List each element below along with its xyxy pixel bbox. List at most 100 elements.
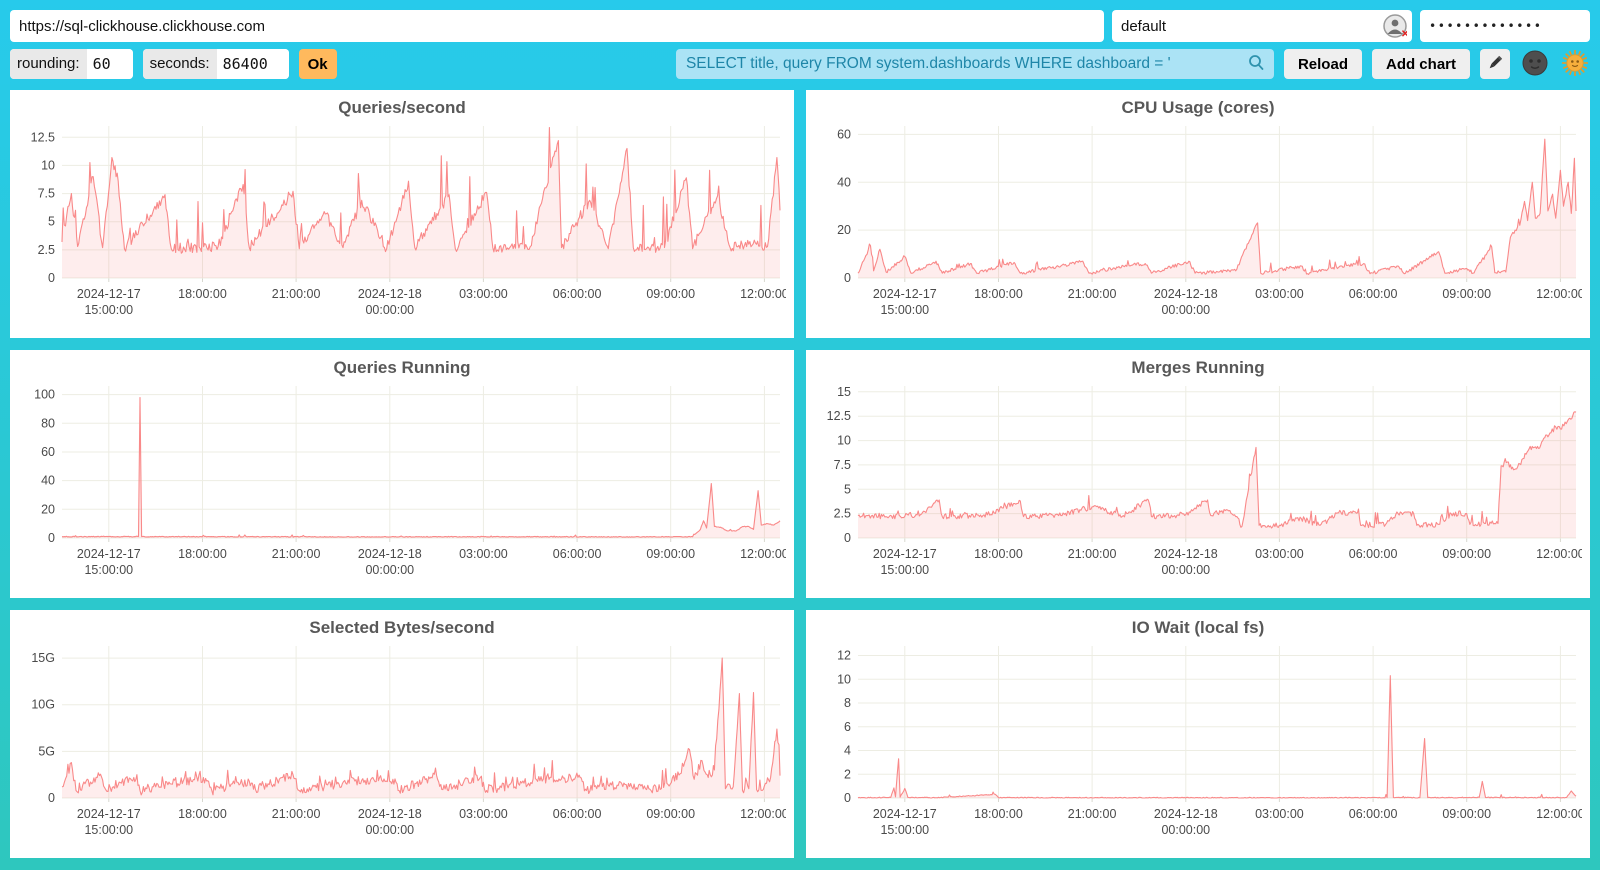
svg-text:2: 2: [844, 767, 851, 781]
svg-text:2024-12-17: 2024-12-17: [873, 807, 937, 821]
dashboard-query-group: [676, 49, 1274, 79]
chart-panel-cpu-usage-cores: CPU Usage (cores) 2024-12-17 15:00:00 18:00…: [806, 90, 1590, 338]
svg-text:15:00:00: 15:00:00: [84, 823, 133, 837]
chart-plot-queries-second[interactable]: 2024-12-1715:00:0018:00:0021:00:002024-1…: [18, 120, 786, 334]
svg-text:10: 10: [837, 434, 851, 448]
light-theme-button[interactable]: [1560, 49, 1590, 79]
charts-grid: Queries/second 2024-12-17 15:00:00 18:00:00…: [10, 90, 1590, 858]
svg-text:2024-12-17: 2024-12-17: [77, 807, 141, 821]
svg-text:0: 0: [48, 531, 55, 545]
svg-text:18:00:00: 18:00:00: [974, 287, 1023, 301]
svg-text:03:00:00: 03:00:00: [459, 547, 508, 561]
svg-text:4: 4: [844, 744, 851, 758]
svg-text:00:00:00: 00:00:00: [365, 563, 414, 577]
run-query-button[interactable]: [1238, 49, 1274, 79]
server-url-input[interactable]: [10, 10, 1104, 42]
svg-text:60: 60: [837, 127, 851, 141]
svg-text:2024-12-18: 2024-12-18: [358, 287, 422, 301]
svg-text:21:00:00: 21:00:00: [272, 807, 321, 821]
svg-text:2024-12-17: 2024-12-17: [77, 287, 141, 301]
svg-text:2024-12-18: 2024-12-18: [358, 547, 422, 561]
svg-text:06:00:00: 06:00:00: [553, 287, 602, 301]
svg-text:09:00:00: 09:00:00: [1442, 547, 1491, 561]
svg-text:09:00:00: 09:00:00: [646, 547, 695, 561]
chart-title: CPU Usage (cores): [814, 94, 1582, 120]
svg-text:2024-12-18: 2024-12-18: [358, 807, 422, 821]
svg-text:18:00:00: 18:00:00: [974, 547, 1023, 561]
controls-bar: rounding: seconds: Ok Reload Add chart: [10, 48, 1590, 80]
svg-text:00:00:00: 00:00:00: [365, 303, 414, 317]
chart-plot-io-wait-local-fs[interactable]: 2024-12-17 15:00:00 18:00:00 21:00:00 2024-1…: [814, 640, 1582, 854]
rounding-input[interactable]: [87, 49, 133, 79]
chart-title: Queries/second: [18, 94, 786, 120]
user-input[interactable]: [1112, 10, 1412, 42]
seconds-input[interactable]: [217, 49, 289, 79]
svg-text:15: 15: [837, 385, 851, 399]
sun-face-icon: [1562, 50, 1588, 79]
svg-text:60: 60: [41, 445, 55, 459]
reload-button[interactable]: Reload: [1284, 49, 1362, 79]
svg-text:7.5: 7.5: [38, 187, 55, 201]
svg-text:10G: 10G: [31, 698, 55, 712]
svg-text:09:00:00: 09:00:00: [646, 807, 695, 821]
svg-text:2.5: 2.5: [38, 243, 55, 257]
svg-text:18:00:00: 18:00:00: [178, 287, 227, 301]
svg-text:18:00:00: 18:00:00: [974, 807, 1023, 821]
svg-text:15G: 15G: [31, 651, 55, 665]
svg-text:2024-12-17: 2024-12-17: [873, 287, 937, 301]
svg-text:100: 100: [34, 388, 55, 402]
svg-text:06:00:00: 06:00:00: [553, 547, 602, 561]
svg-text:5: 5: [844, 482, 851, 496]
moon-face-icon: [1522, 50, 1548, 79]
svg-text:12:00:00: 12:00:00: [740, 807, 786, 821]
svg-text:00:00:00: 00:00:00: [1161, 823, 1210, 837]
chart-panel-merges-running: Merges Running2024-12-1715:00:0018:00:00…: [806, 350, 1590, 598]
chart-plot-cpu-usage-cores[interactable]: 2024-12-1715:00:0018:00:0021:00:002024-1…: [814, 120, 1582, 334]
dark-theme-button[interactable]: [1520, 49, 1550, 79]
svg-text:15:00:00: 15:00:00: [880, 823, 929, 837]
svg-text:2024-12-17: 2024-12-17: [77, 547, 141, 561]
svg-text:03:00:00: 03:00:00: [1255, 547, 1304, 561]
svg-text:8: 8: [844, 696, 851, 710]
svg-text:✕: ✕: [1401, 29, 1407, 38]
svg-text:12:00:00: 12:00:00: [740, 287, 786, 301]
svg-text:15:00:00: 15:00:00: [880, 303, 929, 317]
svg-text:15:00:00: 15:00:00: [84, 563, 133, 577]
svg-text:0: 0: [48, 791, 55, 805]
edit-button[interactable]: [1480, 49, 1510, 79]
ok-button[interactable]: Ok: [299, 49, 337, 79]
svg-text:06:00:00: 06:00:00: [1349, 547, 1398, 561]
add-chart-button[interactable]: Add chart: [1372, 49, 1470, 79]
chart-panel-queries-second: Queries/second2024-12-1715:00:0018:00:00…: [10, 90, 794, 338]
svg-text:06:00:00: 06:00:00: [1349, 287, 1398, 301]
svg-text:21:00:00: 21:00:00: [272, 547, 321, 561]
svg-text:21:00:00: 21:00:00: [272, 287, 321, 301]
seconds-label: seconds:: [143, 49, 217, 79]
svg-text:20: 20: [41, 502, 55, 516]
svg-text:03:00:00: 03:00:00: [459, 287, 508, 301]
chart-plot-merges-running[interactable]: 2024-12-1715:00:0018:00:0021:00:002024-1…: [814, 380, 1582, 594]
chart-title: Queries Running: [18, 354, 786, 380]
svg-text:15:00:00: 15:00:00: [880, 563, 929, 577]
svg-text:7.5: 7.5: [834, 458, 851, 472]
svg-text:00:00:00: 00:00:00: [1161, 303, 1210, 317]
svg-text:2024-12-18: 2024-12-18: [1154, 807, 1218, 821]
svg-text:2024-12-17: 2024-12-17: [873, 547, 937, 561]
svg-text:00:00:00: 00:00:00: [365, 823, 414, 837]
password-input[interactable]: [1420, 10, 1590, 42]
svg-text:0: 0: [48, 271, 55, 285]
chart-plot-selected-bytes-second[interactable]: 2024-12-1715:00:0018:00:0021:00:002024-1…: [18, 640, 786, 854]
chart-title: Selected Bytes/second: [18, 614, 786, 640]
svg-text:2024-12-18: 2024-12-18: [1154, 287, 1218, 301]
svg-text:12:00:00: 12:00:00: [1536, 287, 1582, 301]
pencil-icon: [1486, 54, 1504, 75]
svg-text:5G: 5G: [38, 744, 55, 758]
svg-text:12: 12: [837, 649, 851, 663]
dashboard-query-input[interactable]: [676, 49, 1238, 79]
svg-text:12.5: 12.5: [31, 130, 55, 144]
svg-text:21:00:00: 21:00:00: [1068, 807, 1117, 821]
svg-text:09:00:00: 09:00:00: [646, 287, 695, 301]
svg-text:03:00:00: 03:00:00: [459, 807, 508, 821]
svg-text:6: 6: [844, 720, 851, 734]
chart-plot-queries-running[interactable]: 2024-12-1715:00:0018:00:0021:00:002024-1…: [18, 380, 786, 594]
